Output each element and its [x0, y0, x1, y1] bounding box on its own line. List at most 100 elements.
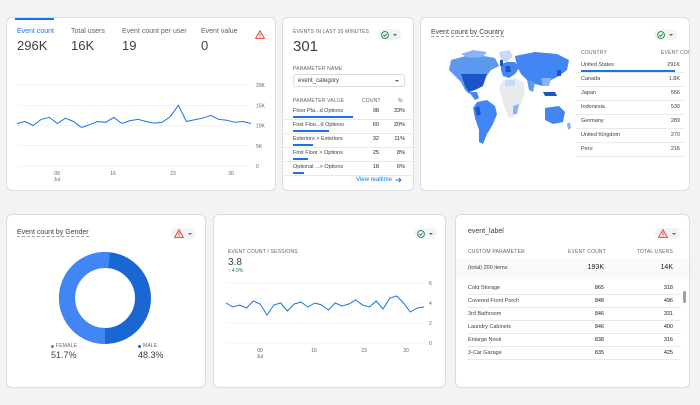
- metric-value-event-count: 296K: [17, 38, 47, 53]
- table-row[interactable]: Japan556: [576, 87, 684, 101]
- x-month-label: Jul: [257, 354, 263, 360]
- row-total-users: 316: [636, 337, 673, 343]
- row-divider: [468, 359, 681, 360]
- table-row[interactable]: Covered Front Porch848496: [456, 295, 681, 308]
- row-event-count: 1.8K: [646, 76, 680, 82]
- chevron-down-icon: [668, 32, 674, 38]
- metric-label-total-users[interactable]: Total users: [71, 28, 105, 35]
- row-parameter-value: Exteriors > Exteriors: [293, 136, 343, 142]
- table-row[interactable]: Germany289: [576, 115, 684, 129]
- table-row[interactable]: First Floor > Options258%: [283, 148, 414, 162]
- table-row[interactable]: Enlarge Nook838316: [456, 334, 681, 347]
- parameter-name-select-value: event_category: [298, 78, 339, 84]
- row-parameter-value: First Floo...d Options: [293, 122, 344, 128]
- totals-label: (total) 200 items: [468, 265, 507, 271]
- row-total-users: 425: [636, 350, 673, 356]
- x-tick-label: 30: [228, 171, 234, 177]
- row-custom-parameter: Enlarge Nook: [468, 337, 501, 343]
- table-row[interactable]: United States291K: [576, 59, 684, 73]
- row-event-count: 556: [646, 90, 680, 96]
- legend-female: FEMALE: [51, 343, 77, 349]
- col-header-event-count: EVENT COUNT: [661, 50, 681, 56]
- metric-label-event-count-per-user[interactable]: Event count per user: [122, 28, 187, 35]
- y-tick-label: 6: [429, 281, 432, 287]
- row-country: Canada: [581, 76, 600, 82]
- sessions-card-value: 3.8: [228, 257, 242, 268]
- table-row[interactable]: United Kingdom 270: [576, 129, 684, 143]
- row-event-count: 846: [568, 311, 604, 317]
- warning-triangle-icon[interactable]: [255, 30, 265, 39]
- metric-value-total-users: 16K: [71, 38, 94, 53]
- row-percent: 20%: [387, 122, 405, 128]
- table-row[interactable]: Cold Storage865318: [456, 282, 681, 295]
- row-percent: 6%: [387, 164, 405, 170]
- status-badge[interactable]: [378, 29, 401, 40]
- map-region-europe: [500, 60, 519, 78]
- table-row[interactable]: Laundry Cabinets846400: [456, 321, 681, 334]
- totals-row: (total) 200 items 193K 14K: [456, 258, 690, 279]
- metric-label-event-value[interactable]: Event value: [201, 28, 238, 35]
- y-tick-label: 2: [429, 321, 432, 327]
- dropdown-arrow-icon: [394, 78, 400, 84]
- col-header-parameter-value: PARAMETER VALUE: [293, 98, 344, 104]
- row-percent: 11%: [387, 136, 405, 142]
- metric-value-event-count-per-user: 19: [122, 38, 136, 53]
- status-badge[interactable]: [414, 228, 437, 239]
- col-header-count: COUNT: [362, 98, 381, 104]
- table-row[interactable]: Floor Pla...d Options9833%: [283, 106, 414, 120]
- table-row[interactable]: Optional ...> Options 18 6%: [283, 162, 414, 176]
- row-country: United States: [581, 62, 614, 68]
- map-region-south-america: [473, 100, 497, 144]
- chevron-down-icon: [671, 231, 677, 237]
- x-tick-label: 23: [170, 171, 176, 177]
- y-tick-label: 0: [429, 341, 432, 347]
- realtime-table: Floor Pla...d Options9833%First Floo...d…: [283, 106, 414, 176]
- row-count: 18: [359, 164, 379, 170]
- y-tick-label: 5K: [256, 144, 263, 150]
- row-share-bar: [293, 158, 308, 160]
- legend-dot-male: [138, 345, 141, 348]
- table-row[interactable]: Exteriors > Exteriors 32 11%: [283, 134, 414, 148]
- status-badge[interactable]: [171, 228, 196, 239]
- table-row[interactable]: 3-Car Garage835425: [456, 347, 681, 360]
- row-event-count: 835: [568, 350, 604, 356]
- table-row[interactable]: Indonesia530: [576, 101, 684, 115]
- col-header-total-users: TOTAL USERS: [636, 249, 673, 255]
- x-tick-label: 23: [361, 348, 367, 354]
- row-parameter-value: Optional ...> Options: [293, 164, 343, 170]
- event-label-card-title: event_label: [468, 228, 504, 235]
- row-event-count: 846: [568, 324, 604, 330]
- metric-value-event-value: 0: [201, 38, 208, 53]
- row-event-count: 216: [646, 146, 680, 152]
- row-event-count: 270: [646, 132, 680, 138]
- status-badge[interactable]: [655, 228, 680, 239]
- view-realtime-label: View realtime: [356, 177, 392, 183]
- row-event-count: 530: [646, 104, 680, 110]
- row-share-bar: [293, 130, 329, 132]
- row-event-count: 289: [646, 118, 680, 124]
- gender-donut-chart: [59, 252, 151, 344]
- legend-female-value: 51.7%: [51, 350, 77, 360]
- table-row[interactable]: Canada 1.8K: [576, 73, 684, 87]
- view-realtime-link[interactable]: View realtime: [356, 177, 402, 183]
- table-scrollbar-thumb[interactable]: [683, 291, 686, 303]
- chevron-down-icon: [428, 231, 434, 237]
- totals-users: 14K: [636, 264, 673, 271]
- table-row[interactable]: 3rd Bathroom846331: [456, 308, 681, 321]
- parameter-name-select[interactable]: event_category: [293, 74, 405, 87]
- table-row[interactable]: First Floo...d Options6020%: [283, 120, 414, 134]
- x-tick-label: 16: [311, 348, 317, 354]
- event-label-card: event_label CUSTOM PARAMETER EVENT COUNT…: [455, 214, 690, 388]
- table-row[interactable]: Peru216: [576, 143, 684, 157]
- sessions-line-chart: 642009162330Jul: [214, 275, 446, 388]
- col-header-country: COUNTRY: [581, 50, 607, 56]
- y-tick-label: 4: [429, 301, 432, 307]
- x-tick-label: 16: [110, 171, 116, 177]
- row-country: United Kingdom: [581, 132, 620, 138]
- metric-label-event-count[interactable]: Event count: [17, 28, 54, 35]
- row-custom-parameter: Covered Front Porch: [468, 298, 519, 304]
- row-count: 32: [359, 136, 379, 142]
- event-label-table: Cold Storage865318Covered Front Porch848…: [456, 282, 681, 362]
- status-badge[interactable]: [654, 29, 677, 40]
- col-header-custom-parameter: CUSTOM PARAMETER: [468, 249, 525, 255]
